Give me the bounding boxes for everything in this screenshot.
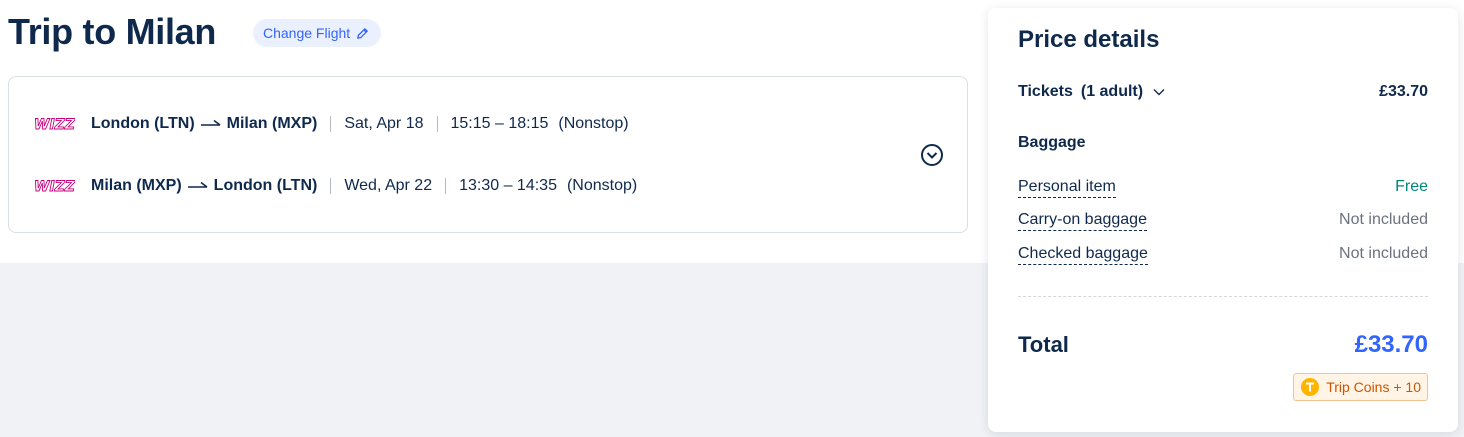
baggage-item-label[interactable]: Personal item — [1018, 177, 1116, 198]
divider — [330, 178, 332, 194]
flight-row-return: WIZZ Milan (MXP) London (LTN) Wed, Apr 2… — [33, 174, 638, 198]
total-label: Total — [1018, 332, 1069, 357]
svg-text:WIZZ: WIZZ — [34, 179, 75, 195]
baggage-heading: Baggage — [1018, 134, 1086, 151]
trip-coins-badge: Trip Coins + 10 — [1293, 373, 1428, 401]
flight-time: 13:30 – 14:35 — [459, 177, 557, 194]
baggage-row: Checked baggage Not included — [1018, 242, 1428, 266]
svg-text:WIZZ: WIZZ — [34, 117, 75, 133]
trip-summary: Trip to Milan Change Flight WIZZ London … — [0, 0, 980, 263]
price-details-panel: Price details Tickets (1 adult) £33.70 B… — [988, 8, 1458, 432]
change-flight-label: Change Flight — [263, 25, 351, 41]
destination: London (LTN) — [213, 177, 318, 194]
baggage-row: Personal item Free — [1018, 175, 1428, 199]
flight-row-outbound: WIZZ London (LTN) Milan (MXP) Sat, Apr 1… — [33, 112, 629, 136]
route: Milan (MXP) London (LTN) — [91, 177, 317, 195]
chevron-down-icon — [1153, 89, 1165, 96]
trip-coin-icon — [1301, 378, 1320, 396]
total-price: £33.70 — [1354, 331, 1428, 358]
baggage-item-value: Not included — [1339, 245, 1428, 262]
origin: London (LTN) — [91, 115, 195, 132]
baggage-row: Carry-on baggage Not included — [1018, 208, 1428, 232]
route: London (LTN) Milan (MXP) — [91, 115, 317, 133]
divider — [445, 178, 447, 194]
trip-coins-label: Trip Coins + 10 — [1326, 379, 1421, 395]
flight-stops: (Nonstop) — [558, 115, 629, 132]
flight-date: Sat, Apr 18 — [344, 115, 424, 132]
tickets-toggle[interactable]: Tickets (1 adult) — [1018, 83, 1166, 101]
tickets-price: £33.70 — [1379, 83, 1428, 100]
tickets-count: (1 adult) — [1080, 83, 1144, 100]
divider — [330, 116, 332, 132]
page-title: Trip to Milan — [8, 11, 217, 52]
baggage-item-label[interactable]: Checked baggage — [1018, 244, 1148, 265]
origin: Milan (MXP) — [91, 177, 182, 194]
arrow-right-icon — [187, 181, 208, 188]
flight-time: 15:15 – 18:15 — [450, 115, 549, 132]
tickets-row: Tickets (1 adult) £33.70 — [1018, 80, 1428, 104]
wizz-air-logo-icon: WIZZ — [33, 176, 75, 196]
destination: Milan (MXP) — [226, 115, 318, 132]
flight-stops: (Nonstop) — [566, 177, 638, 194]
baggage-item-value: Free — [1395, 178, 1428, 195]
flight-itinerary-card: WIZZ London (LTN) Milan (MXP) Sat, Apr 1… — [8, 76, 968, 233]
tickets-label: Tickets — [1018, 83, 1073, 100]
wizz-air-logo-icon: WIZZ — [33, 114, 75, 134]
arrow-right-icon — [200, 119, 221, 126]
divider — [436, 116, 438, 132]
price-details-title: Price details — [1018, 26, 1160, 53]
divider — [1018, 296, 1428, 297]
pencil-icon — [357, 27, 369, 39]
total-row: Total £33.70 — [1018, 330, 1428, 360]
baggage-item-value: Not included — [1339, 211, 1428, 228]
baggage-item-label[interactable]: Carry-on baggage — [1018, 210, 1147, 231]
flight-date: Wed, Apr 22 — [344, 177, 433, 194]
change-flight-button[interactable]: Change Flight — [253, 19, 382, 47]
chevron-circle-down-icon[interactable] — [920, 143, 944, 167]
